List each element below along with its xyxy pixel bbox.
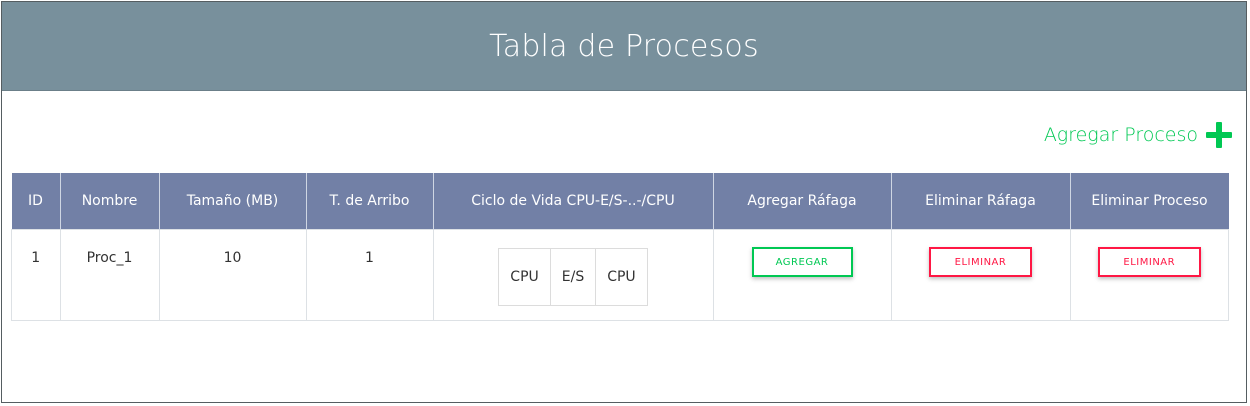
column-header-arrival: T. de Arribo — [306, 173, 434, 230]
process-arrival: 1 — [365, 250, 374, 266]
add-burst-button[interactable]: AGREGAR — [751, 247, 853, 277]
column-header-size: Tamaño (MB) — [159, 173, 307, 230]
cell-name: Proc_1 — [59, 229, 160, 321]
column-header-add-burst: Agregar Ráfaga — [713, 173, 892, 230]
burst-item: CPU — [499, 249, 551, 305]
cell-add-burst: AGREGAR — [712, 229, 892, 321]
page-header: Tabla de Procesos — [2, 2, 1246, 91]
process-name: Proc_1 — [86, 250, 133, 266]
cell-id: 1 — [11, 229, 61, 321]
add-process-label: Agregar Proceso — [1043, 124, 1198, 146]
add-process-button[interactable]: Agregar Proceso — [1044, 120, 1234, 150]
cell-delete-process: ELIMINAR — [1069, 229, 1229, 321]
process-id: 1 — [31, 250, 41, 266]
column-header-id: ID — [11, 173, 61, 230]
column-header-delete-process: Eliminar Proceso — [1070, 173, 1229, 230]
cell-delete-burst: ELIMINAR — [890, 229, 1071, 321]
cell-lifecycle: CPU E/S CPU — [432, 229, 714, 321]
delete-burst-button[interactable]: ELIMINAR — [929, 247, 1032, 277]
cell-arrival: 1 — [305, 229, 434, 321]
table-header: ID Nombre Tamaño (MB) T. de Arribo Ciclo… — [11, 173, 1229, 230]
app-frame: Tabla de Procesos Agregar Proceso ID Nom… — [1, 1, 1247, 403]
process-size: 10 — [223, 250, 242, 266]
table-header-row: ID Nombre Tamaño (MB) T. de Arribo Ciclo… — [11, 173, 1229, 230]
cell-size: 10 — [158, 229, 307, 321]
column-header-lifecycle: Ciclo de Vida CPU-E/S-..-/CPU — [433, 173, 714, 230]
column-header-delete-burst: Eliminar Ráfaga — [891, 173, 1071, 230]
lifecycle-bursts: CPU E/S CPU — [498, 248, 648, 306]
burst-item: E/S — [551, 249, 597, 305]
page-title: Tabla de Procesos — [489, 28, 759, 64]
plus-icon — [1206, 122, 1232, 148]
delete-process-button[interactable]: ELIMINAR — [1097, 247, 1201, 277]
burst-item: CPU — [607, 269, 636, 285]
column-header-name: Nombre — [60, 173, 160, 230]
table-row: 1 Proc_1 10 1 CPU E/S CPU AGREGAR ELIMIN… — [11, 229, 1229, 321]
process-table: ID Nombre Tamaño (MB) T. de Arribo Ciclo… — [11, 173, 1229, 321]
